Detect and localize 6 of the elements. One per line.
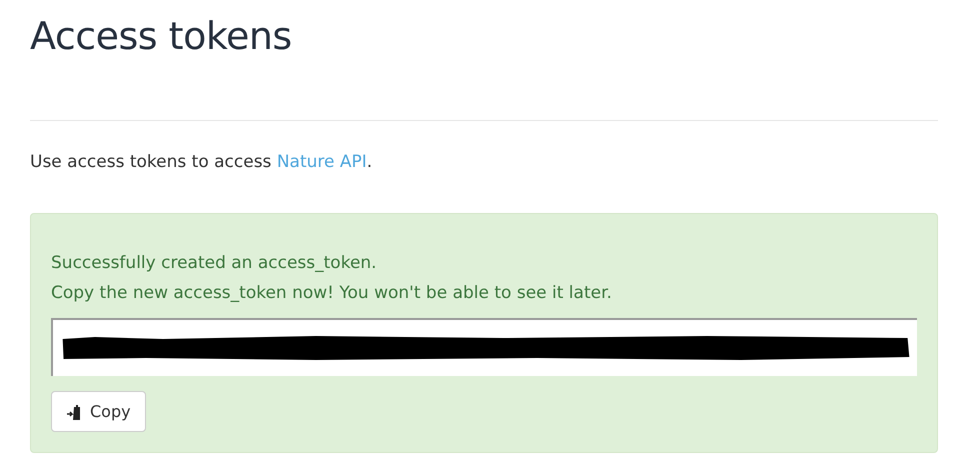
token-field[interactable]	[51, 318, 917, 376]
copy-button[interactable]: Copy	[51, 391, 146, 432]
page-title: Access tokens	[30, 13, 293, 60]
intro-text: Use access tokens to access Nature API.	[30, 151, 374, 174]
alert-message: Successfully created an access_token.	[51, 252, 378, 275]
alert-message: Copy the new access_token now! You won't be able to see it later.	[51, 282, 613, 305]
